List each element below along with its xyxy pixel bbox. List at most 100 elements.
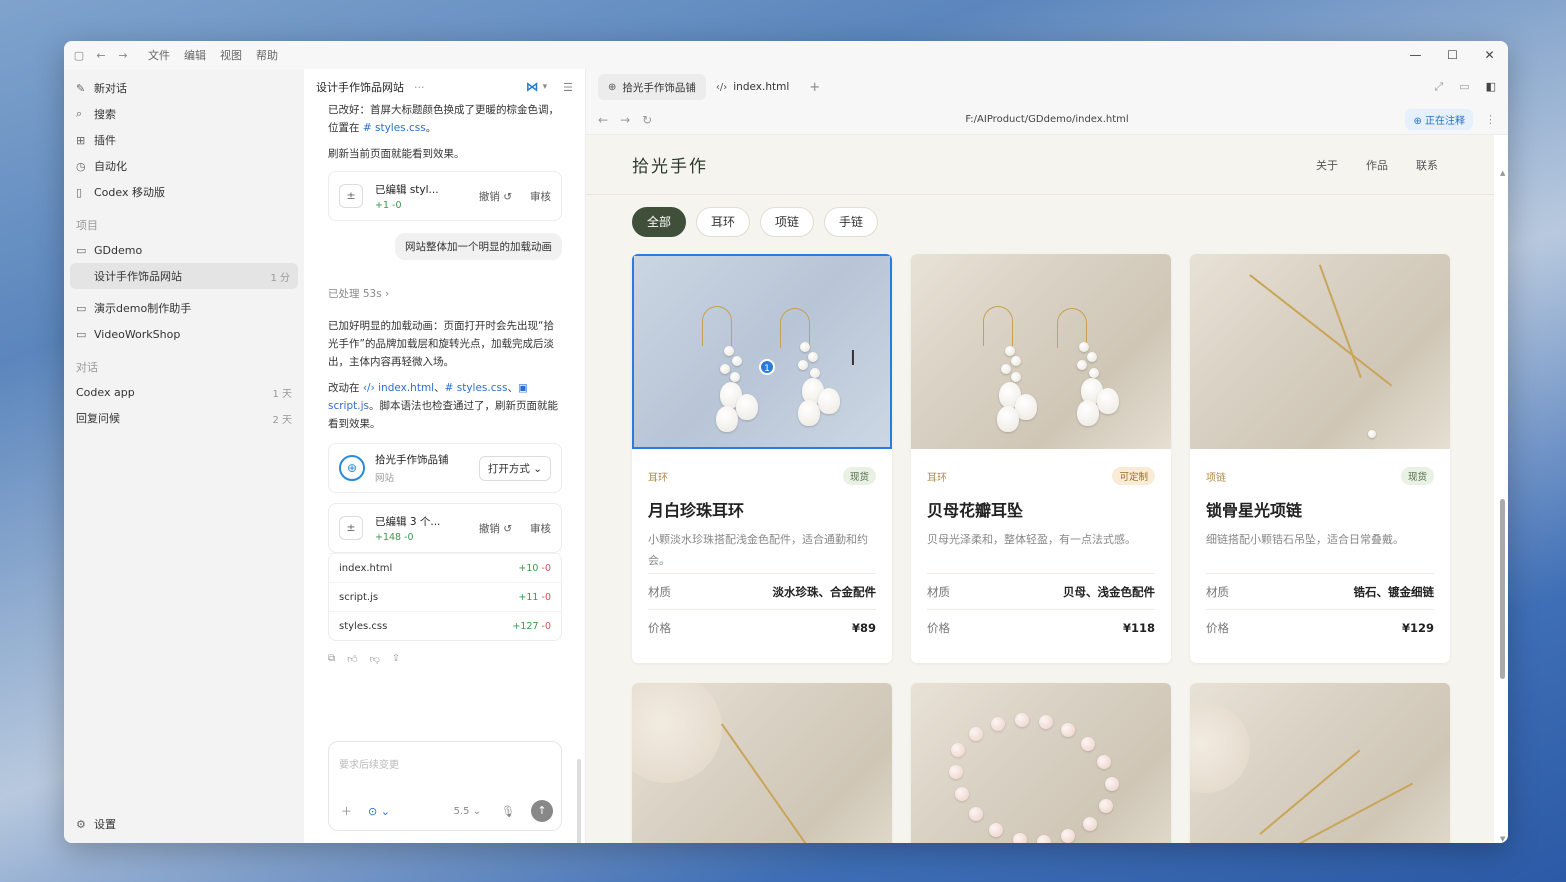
edit-card-title: 已编辑 styl... xyxy=(375,183,439,196)
product-card[interactable] xyxy=(632,683,892,843)
thumbs-down-icon[interactable]: 👎︎ xyxy=(370,653,380,665)
panel-icon[interactable]: ▭ xyxy=(1459,80,1469,94)
microphone-icon[interactable]: 🎙︎ xyxy=(501,805,515,818)
annotate-button[interactable]: ⊕ 正在注释 xyxy=(1405,109,1473,130)
sidebar-toggle-icon[interactable]: ▢ xyxy=(68,49,90,62)
split-view-icon[interactable]: ◧ xyxy=(1486,80,1496,94)
chevron-down-icon[interactable]: ▾ xyxy=(543,82,548,92)
tab-index-html[interactable]: ‹/› index.html xyxy=(706,74,799,100)
expand-icon[interactable]: ⤢ xyxy=(1434,80,1443,94)
menu-view[interactable]: 视图 xyxy=(220,47,242,63)
undo-button[interactable]: 撤销 ↺ xyxy=(479,521,512,536)
file-link-styles[interactable]: # styles.css xyxy=(445,382,508,394)
thumbs-up-icon[interactable]: 👍︎ xyxy=(347,653,357,665)
close-icon[interactable]: ✕ xyxy=(1471,41,1508,69)
tab-website[interactable]: ⊕ 拾光手作饰品铺 xyxy=(598,74,706,100)
back-arrow-icon[interactable]: ← xyxy=(90,49,112,62)
product-image-gold-bracelet[interactable] xyxy=(1190,683,1450,843)
annotation-marker[interactable]: 1 xyxy=(759,359,775,375)
add-icon[interactable]: ＋ xyxy=(341,803,352,819)
product-card[interactable]: 耳环 可定制 贝母花瓣耳坠 贝母光泽柔和，整体轻盈，有一点法式感。 材质 贝母、浅金… xyxy=(911,254,1171,663)
filter-necklaces[interactable]: 项链 xyxy=(760,207,815,237)
review-button[interactable]: 审核 xyxy=(530,189,551,204)
scroll-down-icon[interactable]: ▼ xyxy=(1500,835,1505,843)
project-videoworkshop[interactable]: ▭ VideoWorkShop xyxy=(64,321,304,347)
settings-button[interactable]: ⚙ 设置 xyxy=(64,811,128,837)
back-icon[interactable]: ← xyxy=(598,113,608,127)
product-image-pearl-earrings[interactable]: 1 I xyxy=(632,254,892,449)
processed-toggle[interactable]: 已处理 53s › xyxy=(328,286,562,301)
file-diff: +127 -0 xyxy=(512,620,551,632)
maximize-icon[interactable]: ☐ xyxy=(1434,41,1471,69)
list-icon[interactable]: ☰ xyxy=(563,81,573,94)
product-category: 耳环 xyxy=(648,472,668,484)
composer-input[interactable]: 要求后续变更 xyxy=(339,756,399,771)
menu-edit[interactable]: 编辑 xyxy=(184,47,206,63)
filter-all[interactable]: 全部 xyxy=(632,207,687,237)
minimize-icon[interactable]: — xyxy=(1397,41,1434,69)
permissions-icon[interactable]: ⊙ ⌄ xyxy=(368,805,390,818)
file-diff-icon: ± xyxy=(339,516,363,540)
product-card[interactable]: 1 I 耳环 现货 月白珍珠耳环 小颗淡水珍珠搭配浅金色配件，适合通勤和约会。 材… xyxy=(632,254,892,663)
product-card[interactable] xyxy=(1190,683,1450,843)
chat-item-greeting[interactable]: 回复问候 2 天 xyxy=(64,405,304,431)
product-image-star-necklace[interactable] xyxy=(1190,254,1450,449)
file-row[interactable]: styles.css +127 -0 xyxy=(329,611,561,640)
filter-bracelets[interactable]: 手链 xyxy=(824,207,879,237)
url-text[interactable]: F:/AIProduct/GDdemo/index.html xyxy=(586,114,1508,125)
undo-button[interactable]: 撤销 ↺ xyxy=(479,189,512,204)
file-link-styles[interactable]: # styles.css xyxy=(363,122,426,134)
sidebar-item-search[interactable]: ⌕ 搜索 xyxy=(64,101,304,127)
reload-icon[interactable]: ↻ xyxy=(642,113,652,127)
more-icon[interactable]: ··· xyxy=(414,81,425,94)
nav-contact[interactable]: 联系 xyxy=(1416,157,1438,173)
copy-icon[interactable]: ⧉ xyxy=(328,653,335,665)
product-image-shell-earrings[interactable] xyxy=(911,254,1171,449)
product-image-necklace-dish[interactable] xyxy=(632,683,892,843)
chat-item-codex-app[interactable]: Codex app 1 天 xyxy=(64,379,304,405)
product-description: 小颗淡水珍珠搭配浅金色配件，适合通勤和约会。 xyxy=(648,533,868,567)
tab-label: index.html xyxy=(733,81,790,93)
scrollbar-thumb[interactable] xyxy=(1500,499,1505,679)
chat-scrollbar[interactable] xyxy=(577,759,581,843)
open-with-button[interactable]: 打开方式 ⌄ xyxy=(478,455,551,481)
mobile-icon: ▯ xyxy=(76,185,83,199)
product-image-bead-bracelet[interactable] xyxy=(911,683,1171,843)
share-icon[interactable]: ⇪ xyxy=(392,653,400,665)
nav-about[interactable]: 关于 xyxy=(1316,157,1338,173)
file-row[interactable]: script.js +11 -0 xyxy=(329,582,561,611)
project-demo-helper[interactable]: ▭ 演示demo制作助手 xyxy=(64,295,304,321)
new-tab-icon[interactable]: + xyxy=(809,80,820,95)
review-button[interactable]: 审核 xyxy=(530,521,551,536)
sidebar-item-label: 搜索 xyxy=(94,108,116,121)
file-row[interactable]: index.html +10 -0 xyxy=(329,553,561,582)
site-brand[interactable]: 拾光手作 xyxy=(632,152,708,177)
sidebar-item-plugins[interactable]: ⊞ 插件 xyxy=(64,127,304,153)
sidebar-item-codex-mobile[interactable]: ▯ Codex 移动版 xyxy=(64,179,304,205)
page-scrollbar[interactable]: ▲ ▼ xyxy=(1500,169,1506,843)
website-card[interactable]: ⊕ 拾光手作饰品铺 网站 打开方式 ⌄ xyxy=(328,443,562,493)
nav-works[interactable]: 作品 xyxy=(1366,157,1388,173)
filter-earrings[interactable]: 耳环 xyxy=(696,207,751,237)
folder-icon: ▭ xyxy=(76,301,87,315)
scroll-up-icon[interactable]: ▲ xyxy=(1500,169,1505,177)
send-button[interactable]: ↑ xyxy=(531,800,553,822)
sidebar-item-automation[interactable]: ◷ 自动化 xyxy=(64,153,304,179)
forward-arrow-icon[interactable]: → xyxy=(112,49,134,62)
product-card[interactable] xyxy=(911,683,1171,843)
project-gddemo[interactable]: ▭ GDdemo xyxy=(64,237,304,263)
sidebar-item-new-chat[interactable]: ✎ 新对话 xyxy=(64,75,304,101)
menu-file[interactable]: 文件 xyxy=(148,47,170,63)
assistant-message: 已改好：首屏大标题颜色换成了更暖的棕金色调，位置在 # styles.css。 xyxy=(328,101,562,137)
folder-icon: ▭ xyxy=(76,243,87,257)
project-thread-active[interactable]: 设计手作饰品网站 1 分 xyxy=(70,263,298,289)
menu-help[interactable]: 帮助 xyxy=(256,47,278,63)
search-icon: ⌕ xyxy=(76,107,83,120)
product-card[interactable]: 项链 现货 锁骨星光项链 细链搭配小颗锆石吊坠，适合日常叠戴。 材质 锆石、镀金细链… xyxy=(1190,254,1450,663)
file-link-index[interactable]: ‹/› index.html xyxy=(363,382,434,394)
status-badge: 可定制 xyxy=(1112,467,1155,485)
model-version-select[interactable]: 5.5 ⌄ xyxy=(454,806,481,817)
forward-icon[interactable]: → xyxy=(620,113,630,127)
vscode-icon[interactable]: ⋈ xyxy=(526,80,539,95)
more-vertical-icon[interactable]: ⋮ xyxy=(1485,113,1496,126)
